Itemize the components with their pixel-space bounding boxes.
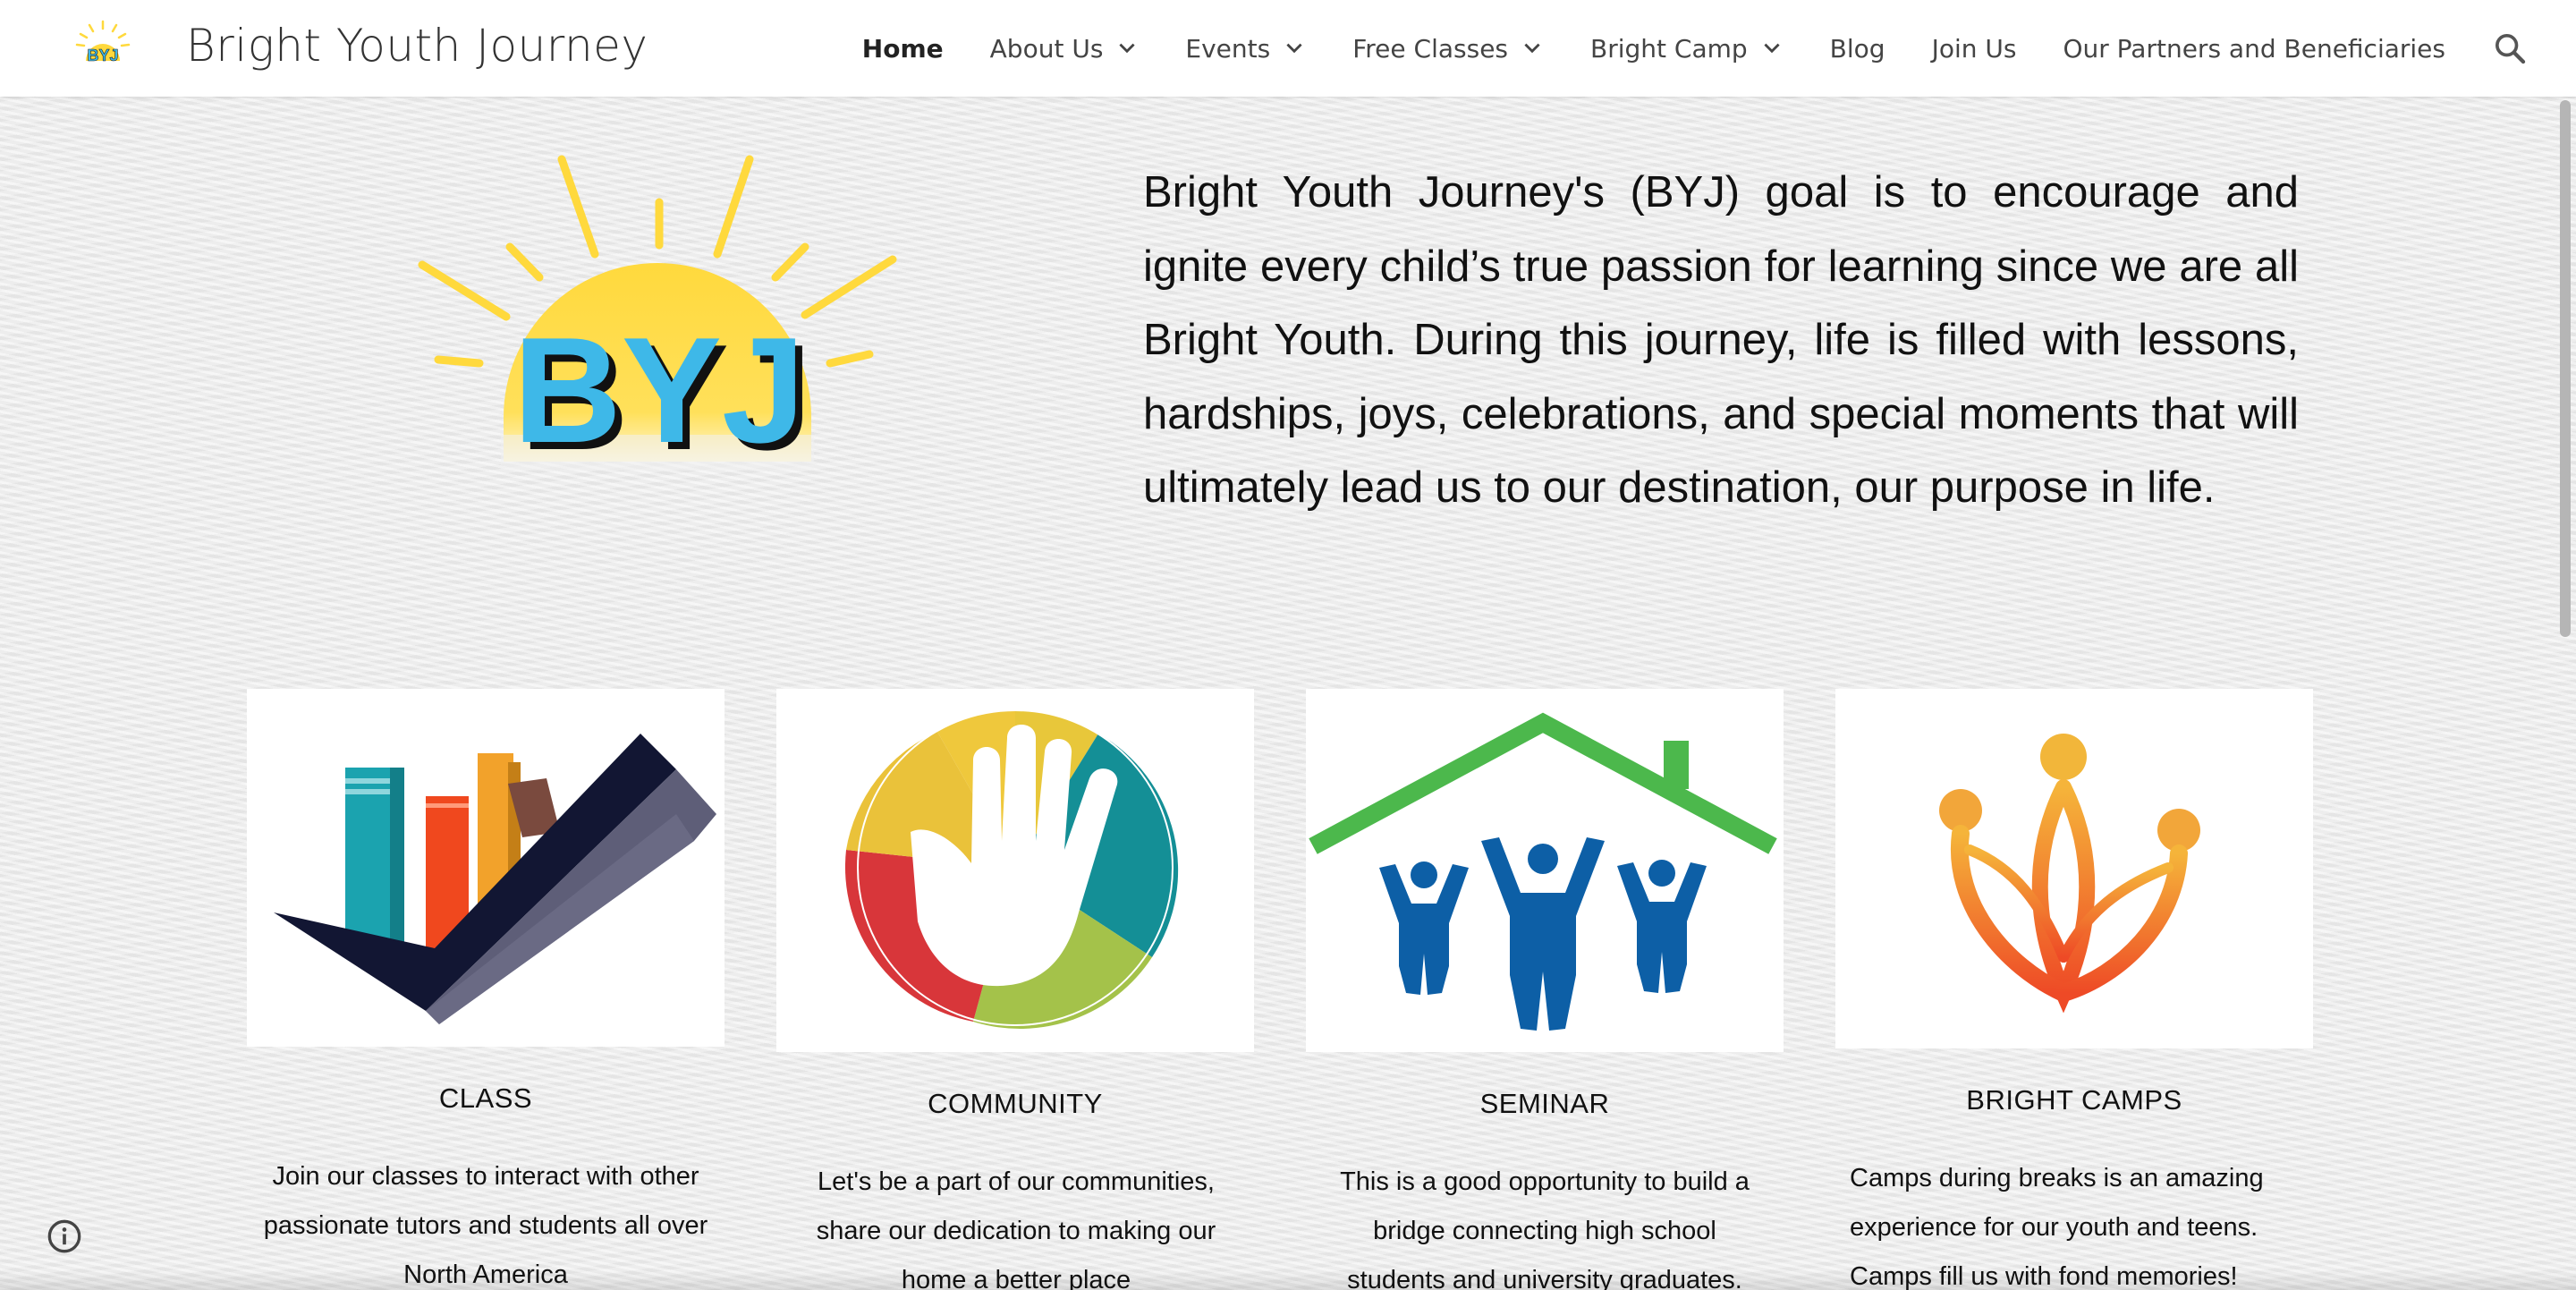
- search-icon[interactable]: [2492, 30, 2528, 66]
- card-class-image[interactable]: [247, 689, 724, 1047]
- card-community-image[interactable]: [776, 689, 1254, 1052]
- house-people-icon: [1309, 712, 1777, 1031]
- nav-partners-label: Our Partners and Beneficiaries: [2063, 33, 2445, 64]
- hand-circle-icon: [844, 709, 1179, 1030]
- mission-statement: Bright Youth Journey's (BYJ) goal is to …: [1143, 168, 2299, 512]
- byj-sun-logo: BYJ BYJ: [418, 155, 897, 480]
- page-scrollbar[interactable]: [2560, 100, 2571, 637]
- chevron-down-icon[interactable]: [1521, 37, 1544, 60]
- card-seminar-image[interactable]: [1306, 689, 1784, 1052]
- nav-about-us-label: About Us: [989, 33, 1104, 64]
- info-icon[interactable]: [47, 1218, 82, 1254]
- books-checkmark-icon: [274, 734, 716, 1024]
- card-bright-camps-image[interactable]: [1835, 689, 2313, 1048]
- card-seminar-title: SEMINAR: [1479, 1088, 1610, 1119]
- nav-bright-camp[interactable]: Bright Camp: [1590, 34, 1784, 64]
- nav-events-label: Events: [1185, 33, 1271, 64]
- chevron-down-icon[interactable]: [1760, 37, 1784, 60]
- card-community-title: COMMUNITY: [928, 1088, 1103, 1119]
- card-bright-camps-title: BRIGHT CAMPS: [1966, 1084, 2182, 1116]
- nav-blog-label: Blog: [1829, 33, 1885, 64]
- card-class-title: CLASS: [438, 1082, 533, 1114]
- site-header: BYJ Bright Youth Journey Home About Us E…: [0, 0, 2576, 97]
- nav-home-label: Home: [861, 33, 944, 64]
- main-nav: Home About Us Events Free Classes Bright…: [816, 0, 2576, 97]
- nav-home[interactable]: Home: [862, 34, 944, 64]
- nav-join-us[interactable]: Join Us: [1932, 34, 2017, 64]
- chevron-down-icon[interactable]: [1283, 37, 1306, 60]
- nav-about-us[interactable]: About Us: [990, 34, 1140, 64]
- nav-partners[interactable]: Our Partners and Beneficiaries: [2063, 34, 2445, 64]
- site-logo[interactable]: BYJ: [70, 14, 136, 81]
- camp-figures-icon: [1939, 734, 2200, 1014]
- nav-free-classes-label: Free Classes: [1352, 33, 1509, 64]
- card-class-description: Join our classes to interact with other …: [263, 1162, 708, 1289]
- nav-free-classes[interactable]: Free Classes: [1352, 34, 1544, 64]
- nav-events[interactable]: Events: [1185, 34, 1306, 64]
- svg-text:BYJ: BYJ: [87, 47, 118, 64]
- site-title[interactable]: Bright Youth Journey: [186, 20, 648, 72]
- chevron-down-icon[interactable]: [1115, 37, 1139, 60]
- bottom-fade: [0, 1270, 2576, 1290]
- nav-blog[interactable]: Blog: [1830, 34, 1885, 64]
- nav-join-us-label: Join Us: [1931, 33, 2017, 64]
- nav-bright-camp-label: Bright Camp: [1590, 33, 1748, 64]
- byj-logo-text: BYJ: [513, 306, 806, 474]
